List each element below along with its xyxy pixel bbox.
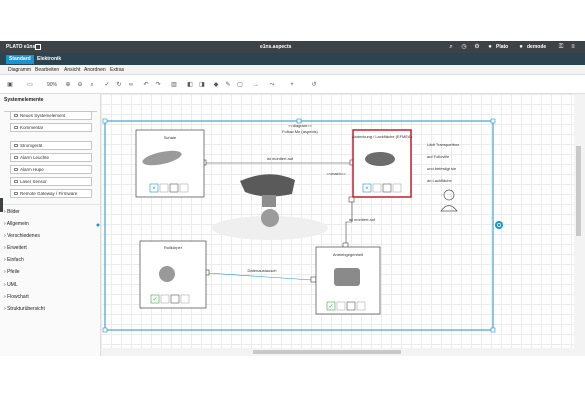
doc-icon[interactable] bbox=[392, 183, 402, 193]
doc-icon[interactable] bbox=[180, 294, 190, 304]
node-title: Antriebgegenheit bbox=[333, 252, 364, 257]
edge-line[interactable] bbox=[345, 200, 353, 246]
bracket-icon[interactable] bbox=[170, 294, 180, 304]
resize-handle[interactable] bbox=[490, 118, 496, 124]
node-rollkoerper[interactable]: Rollkörper ✓ bbox=[139, 240, 207, 309]
edge-label: ist montiert auf bbox=[267, 156, 294, 161]
node-schale[interactable]: Schale × bbox=[135, 129, 205, 198]
edge-label: ist montiert auf bbox=[349, 217, 376, 222]
edge-line[interactable] bbox=[206, 272, 313, 281]
diagram-title: Follow Me (aspects) bbox=[282, 129, 318, 134]
actor-icon bbox=[440, 189, 458, 212]
handle-dot[interactable] bbox=[96, 223, 100, 227]
node-title: Schale bbox=[164, 135, 177, 140]
edge-stereotype: <<mach>> bbox=[326, 171, 346, 176]
bracket-icon[interactable] bbox=[346, 301, 356, 311]
diagram-stereotype: <<diagram>> bbox=[288, 123, 312, 128]
port-square[interactable] bbox=[310, 276, 317, 283]
share-icon[interactable] bbox=[159, 183, 169, 193]
diagram-drawing: <<diagram>> Follow Me (aspects) ist mont… bbox=[96, 118, 503, 333]
svg-text:✓: ✓ bbox=[328, 303, 333, 310]
svg-text:×: × bbox=[152, 186, 156, 192]
share-icon[interactable] bbox=[336, 301, 346, 311]
node-antrieb[interactable]: Antriebgegenheit ✓ bbox=[315, 246, 381, 315]
svg-text:×: × bbox=[365, 186, 369, 192]
share-icon[interactable] bbox=[160, 294, 170, 304]
comment-line: und befestigt sie bbox=[427, 166, 457, 171]
ableckung-image bbox=[365, 152, 395, 166]
bracket-icon[interactable] bbox=[169, 183, 179, 193]
comment-line: Lädt Transportbox bbox=[427, 142, 459, 147]
node-ableckung[interactable]: Abdeckung / Lackfläche (EFMEA) × bbox=[352, 129, 413, 198]
antrieb-image bbox=[334, 268, 360, 286]
robot-image bbox=[212, 174, 328, 240]
edge-label: Datenaustausch bbox=[248, 268, 277, 273]
node-title: Abdeckung / Lackfläche (EFMEA) bbox=[352, 134, 413, 139]
resize-handle[interactable] bbox=[102, 118, 108, 124]
bracket-icon[interactable] bbox=[382, 183, 392, 193]
doc-icon[interactable] bbox=[179, 183, 189, 193]
rotate-handle-icon[interactable] bbox=[495, 221, 503, 229]
node-title: Rollkörper bbox=[164, 245, 183, 250]
comment-line: auf Folloville bbox=[427, 154, 450, 159]
rollkoerper-image bbox=[159, 266, 175, 282]
resize-handle[interactable] bbox=[102, 327, 108, 333]
share-icon[interactable] bbox=[372, 183, 382, 193]
svg-text:✓: ✓ bbox=[152, 296, 157, 303]
comment-line: an Lackfläche bbox=[427, 178, 452, 183]
resize-handle[interactable] bbox=[490, 327, 496, 333]
doc-icon[interactable] bbox=[356, 301, 366, 311]
